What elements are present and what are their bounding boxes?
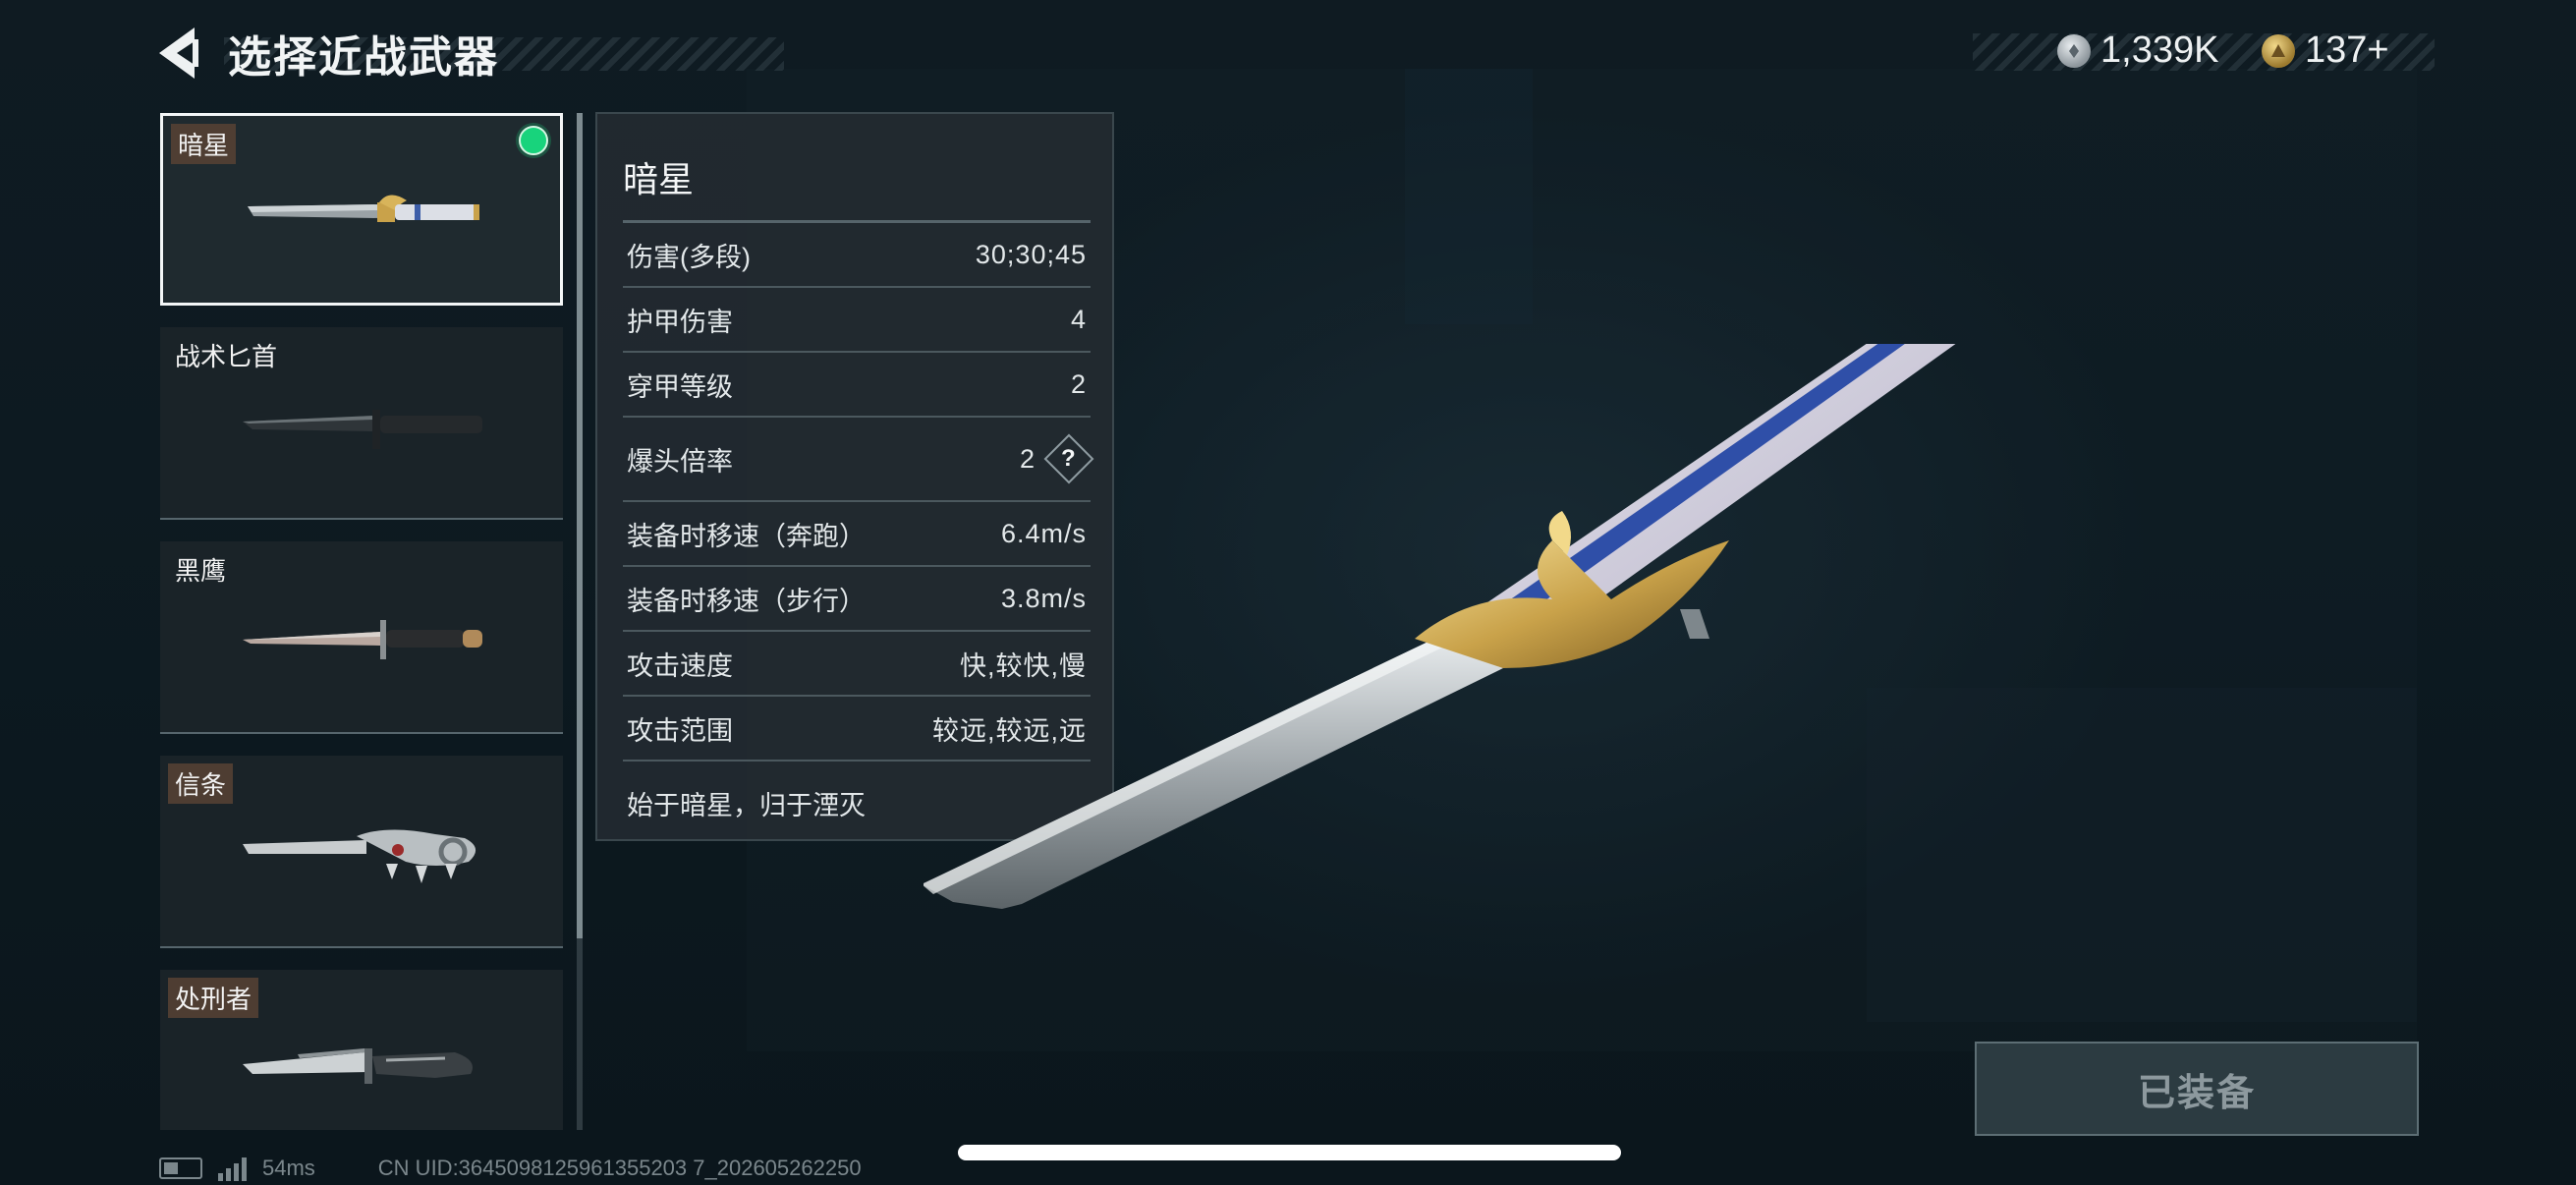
stat-label: 穿甲等级 [627, 371, 733, 402]
weapon-card-anxing[interactable]: 暗星 [160, 113, 563, 306]
page-header: 选择近战武器 [155, 26, 784, 82]
gold-coin-icon [2262, 33, 2295, 68]
dagger-icon [243, 620, 482, 659]
equipped-button[interactable]: 已装备 [1975, 1042, 2419, 1136]
stat-label: 伤害(多段) [627, 242, 751, 272]
weapon-detail-name: 暗星 [623, 159, 695, 199]
weapon-list-scroll-thumb[interactable] [577, 113, 583, 938]
weapon-card-label: 黑鹰 [175, 556, 227, 586]
stat-value: 30;30;45 [975, 239, 1087, 269]
equipped-indicator-icon [519, 126, 548, 155]
silver-coin-icon [2057, 33, 2091, 68]
dagger-icon [248, 195, 479, 222]
page-title: 选择近战武器 [228, 33, 499, 82]
stat-label: 装备时移速（奔跑） [627, 521, 866, 551]
uid-text: CN UID:3645098125961355203 7_20260526225… [377, 1156, 862, 1180]
stat-row-damage: 伤害(多段) 30;30;45 [623, 223, 1091, 288]
battery-icon [159, 1157, 202, 1179]
weapon-card-creed[interactable]: 信条 [160, 756, 563, 948]
equipped-button-label: 已装备 [2137, 1072, 2256, 1114]
currency-bar: 1,339K 137+ [1973, 29, 2435, 71]
weapon-card-label: 暗星 [171, 124, 237, 164]
signal-icon [218, 1156, 247, 1181]
home-indicator[interactable] [958, 1145, 1621, 1160]
ping-value: 54ms [262, 1156, 315, 1180]
currency-gold[interactable]: 137+ [2262, 29, 2389, 72]
weapon-card-blackhawk[interactable]: 黑鹰 [160, 541, 563, 734]
weapon-list[interactable]: 暗星 战术匕首 黑鹰 信条 处刑者 [160, 113, 563, 1130]
weapon-description: 始于暗星，归于湮灭 [627, 791, 866, 820]
stat-label: 攻击速度 [627, 650, 733, 681]
executioner-knife-icon [243, 1048, 473, 1084]
status-bar: 54ms CN UID:3645098125961355203 7_202605… [159, 1156, 862, 1181]
combat-knife-icon [243, 410, 482, 449]
weapon-card-tactical-dagger[interactable]: 战术匕首 [160, 327, 563, 520]
weapon-preview-image [924, 344, 1956, 909]
stat-value: 4 [1070, 304, 1087, 334]
currency-silver-value: 1,339K [2100, 29, 2219, 71]
weapon-card-label: 战术匕首 [175, 342, 278, 371]
weapon-card-executioner[interactable]: 处刑者 [160, 970, 563, 1130]
stat-label: 爆头倍率 [627, 446, 733, 477]
stat-label: 装备时移速（步行） [627, 586, 866, 616]
stat-label: 攻击范围 [627, 715, 733, 746]
back-arrow-icon [159, 28, 198, 79]
weapon-card-label: 信条 [168, 763, 234, 804]
knuckle-knife-icon [243, 829, 476, 883]
back-button[interactable] [155, 26, 204, 81]
stat-label: 护甲伤害 [627, 307, 733, 337]
weapon-card-label: 处刑者 [168, 978, 259, 1018]
currency-silver[interactable]: 1,339K [2057, 29, 2218, 72]
currency-gold-value: 137+ [2305, 29, 2389, 71]
